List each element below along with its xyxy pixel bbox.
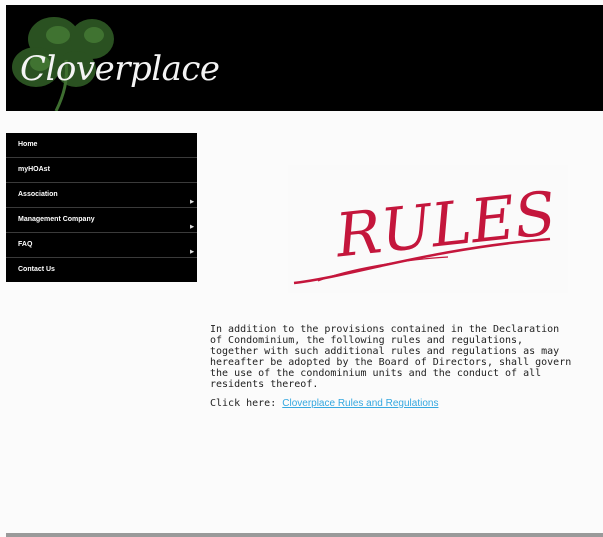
rules-banner-graphic: RULES (293, 179, 559, 285)
nav-item-label: Association (18, 191, 58, 198)
site-header: Cloverplace (6, 5, 603, 111)
footer-divider (6, 533, 603, 537)
click-here-label: Click here: (210, 398, 283, 409)
nav-item-label: Home (18, 141, 38, 148)
nav-item-association[interactable]: Association ▶ (6, 183, 197, 208)
nav-item-management-company[interactable]: Management Company ▶ (6, 208, 197, 233)
main-nav: Home myHOAst Association ▶ Management Com… (6, 133, 197, 282)
nav-item-contact-us[interactable]: Contact Us (6, 258, 197, 282)
rules-banner: RULES (288, 165, 568, 293)
submenu-arrow-icon: ▶ (190, 199, 194, 205)
submenu-arrow-icon: ▶ (190, 249, 194, 255)
main-content: In addition to the provisions contained … (210, 324, 575, 409)
nav-item-label: Contact Us (18, 266, 55, 273)
nav-item-label: Management Company (18, 216, 95, 223)
nav-item-home[interactable]: Home (6, 133, 197, 158)
nav-item-faq[interactable]: FAQ ▶ (6, 233, 197, 258)
nav-item-label: FAQ (18, 241, 33, 248)
submenu-arrow-icon: ▶ (190, 224, 194, 230)
intro-paragraph: In addition to the provisions contained … (210, 324, 572, 390)
rules-regulations-link[interactable]: Cloverplace Rules and Regulations (282, 398, 438, 409)
click-here-line: Click here: Cloverplace Rules and Regula… (210, 398, 575, 409)
nav-item-label: myHOAst (18, 166, 50, 173)
nav-item-myhoast[interactable]: myHOAst (6, 158, 197, 183)
site-title[interactable]: Cloverplace (20, 49, 220, 89)
